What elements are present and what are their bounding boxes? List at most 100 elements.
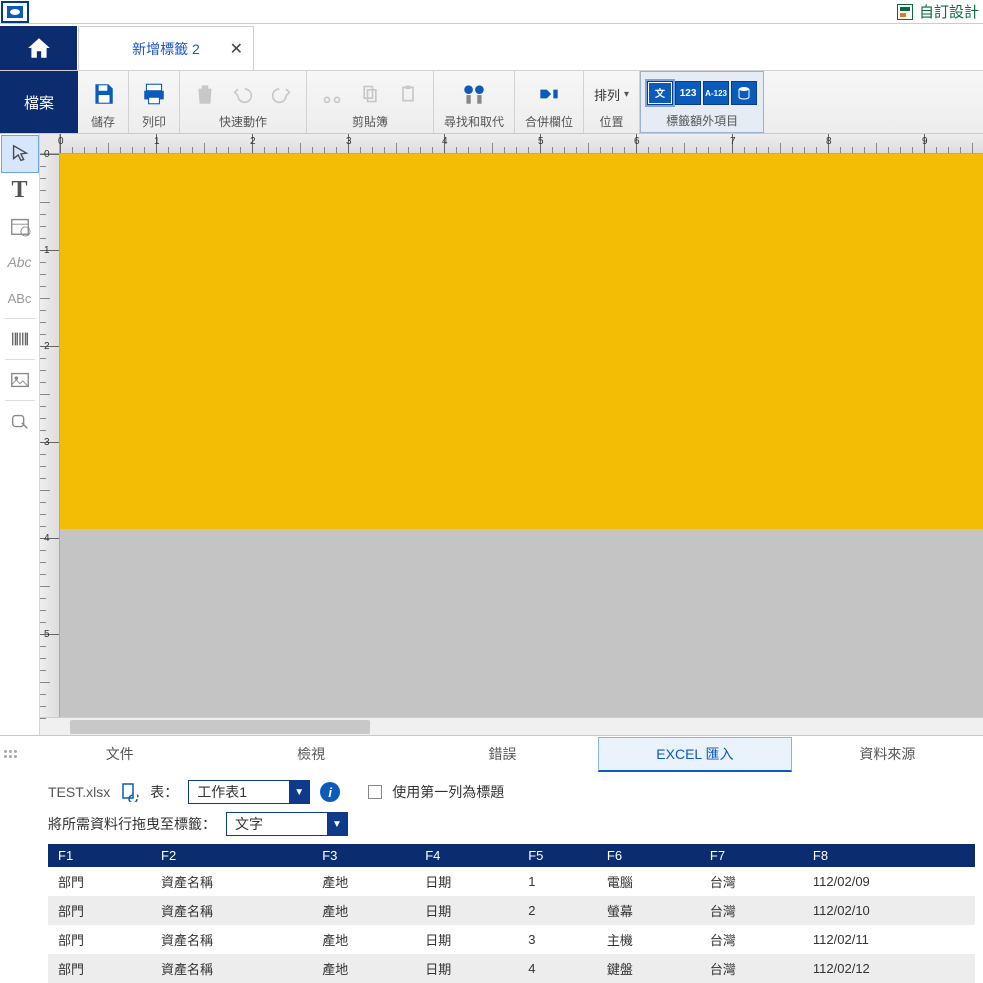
merge-button[interactable] [534,79,564,109]
quick-access-button[interactable] [1,1,29,23]
tab-errors[interactable]: 錯誤 [407,738,598,770]
scrollbar-thumb[interactable] [70,720,370,734]
group-label-merge: 合併欄位 [525,113,573,131]
cell: 產地 [312,954,415,983]
panel-drag-handle[interactable] [0,746,24,762]
column-header[interactable]: F4 [415,844,518,867]
refresh-file-button[interactable] [120,782,140,802]
paste-button[interactable] [393,79,423,109]
save-button[interactable] [88,79,118,109]
cell: 台灣 [700,954,803,983]
column-header[interactable]: F2 [151,844,312,867]
cell: 日期 [415,925,518,954]
tab-document[interactable]: 文件 [24,738,215,770]
bottom-panel: 文件 檢視 錯誤 EXCEL 匯入 資料來源 TEST.xlsx 表： 工作表1… [0,735,983,983]
home-tab[interactable] [0,26,78,70]
document-tab[interactable]: 新增標籤 2 ✕ [78,26,254,70]
plain-text-tool[interactable]: ABc [2,280,38,316]
column-header[interactable]: F7 [700,844,803,867]
delete-button[interactable] [190,79,220,109]
group-label-print: 列印 [142,113,166,131]
redo-button[interactable] [266,79,296,109]
ribbon-group-quickaction: 快速動作 [180,71,307,133]
pointer-tool[interactable] [2,136,38,172]
vertical-ruler[interactable]: 012345 [40,154,60,717]
image-tool[interactable] [2,362,38,398]
cell: 112/02/10 [803,896,975,925]
dropdown-arrow-icon: ▼ [327,813,347,835]
cell: 螢幕 [597,896,700,925]
drag-hint-label: 將所需資料行拖曳至標籤： [48,814,216,834]
tool-separator-2 [5,359,35,360]
cell: 部門 [48,925,151,954]
tab-excel-import[interactable]: EXCEL 匯入 [598,737,791,772]
column-header[interactable]: F8 [803,844,975,867]
column-header[interactable]: F5 [518,844,597,867]
tool-strip: T Abc ABc [0,134,40,735]
date-tool[interactable] [2,208,38,244]
cell: 資產名稱 [151,896,312,925]
find-replace-button[interactable] [459,79,489,109]
barcode-tool[interactable] [2,321,38,357]
column-header[interactable]: F1 [48,844,151,867]
table-row[interactable]: 部門資產名稱產地日期3主機台灣112/02/11 [48,925,975,954]
file-menu-button[interactable]: 檔案 [0,71,78,133]
group-label-quickaction: 快速動作 [219,113,267,131]
cell: 2 [518,896,597,925]
design-icon [897,4,913,20]
column-header[interactable]: F3 [312,844,415,867]
custom-design-link[interactable]: 自訂設計 [897,1,983,22]
undo-button[interactable] [228,79,258,109]
ribbon-group-find: 尋找和取代 [434,71,515,133]
table-row[interactable]: 部門資產名稱產地日期4鍵盤台灣112/02/12 [48,954,975,983]
label-canvas[interactable] [60,154,983,529]
cell: 部門 [48,954,151,983]
column-header[interactable]: F6 [597,844,700,867]
tab-data-source[interactable]: 資料來源 [792,738,983,770]
info-button[interactable]: i [320,782,340,802]
first-row-header-checkbox[interactable] [368,785,382,799]
curved-text-tool[interactable]: Abc [2,244,38,280]
text-tool[interactable]: T [2,172,38,208]
bottom-tabs: 文件 檢視 錯誤 EXCEL 匯入 資料來源 [0,736,983,772]
cell: 產地 [312,867,415,896]
dropdown-arrow-icon: ▼ [289,781,309,803]
print-button[interactable] [139,79,169,109]
table-row[interactable]: 部門資產名稱產地日期1電腦台灣112/02/09 [48,867,975,896]
group-label-extras: 標籤額外項目 [666,112,738,130]
table-row[interactable]: 部門資產名稱產地日期2螢幕台灣112/02/10 [48,896,975,925]
cell: 3 [518,925,597,954]
import-filename: TEST.xlsx [48,784,110,800]
group-label-save: 儲存 [91,113,115,131]
cell: 部門 [48,867,151,896]
extras-text-button[interactable]: 文 [647,81,673,105]
arrange-dropdown[interactable]: 排列 [594,85,629,104]
sheet-select[interactable]: 工作表1▼ [188,780,310,804]
first-row-header-label: 使用第一列為標題 [392,782,504,802]
horizontal-scrollbar[interactable] [40,717,983,735]
shape-tool[interactable] [2,403,38,439]
cell: 資產名稱 [151,867,312,896]
cell: 112/02/11 [803,925,975,954]
ribbon-group-save: 儲存 [78,71,129,133]
close-tab-button[interactable]: ✕ [230,39,243,59]
cell: 台灣 [700,925,803,954]
extras-number-button[interactable]: 123 [675,81,701,105]
cell: 112/02/09 [803,867,975,896]
canvas-area: 012345678910 012345 [40,134,983,735]
cell: 112/02/12 [803,954,975,983]
drag-mode-select[interactable]: 文字▼ [226,812,348,836]
tab-view[interactable]: 檢視 [215,738,406,770]
group-label-clipboard: 剪貼簿 [352,113,388,131]
cell: 日期 [415,896,518,925]
extras-code-button[interactable]: A-123 [703,81,729,105]
extras-db-button[interactable] [731,81,757,105]
copy-button[interactable] [355,79,385,109]
data-grid[interactable]: F1F2F3F4F5F6F7F8 部門資產名稱產地日期1電腦台灣112/02/0… [48,844,975,983]
home-icon [26,35,52,61]
horizontal-ruler[interactable]: 012345678910 [40,134,983,154]
design-stage[interactable] [60,154,983,717]
svg-text:文: 文 [655,87,666,100]
label-icon [7,6,23,18]
cut-button[interactable] [317,79,347,109]
